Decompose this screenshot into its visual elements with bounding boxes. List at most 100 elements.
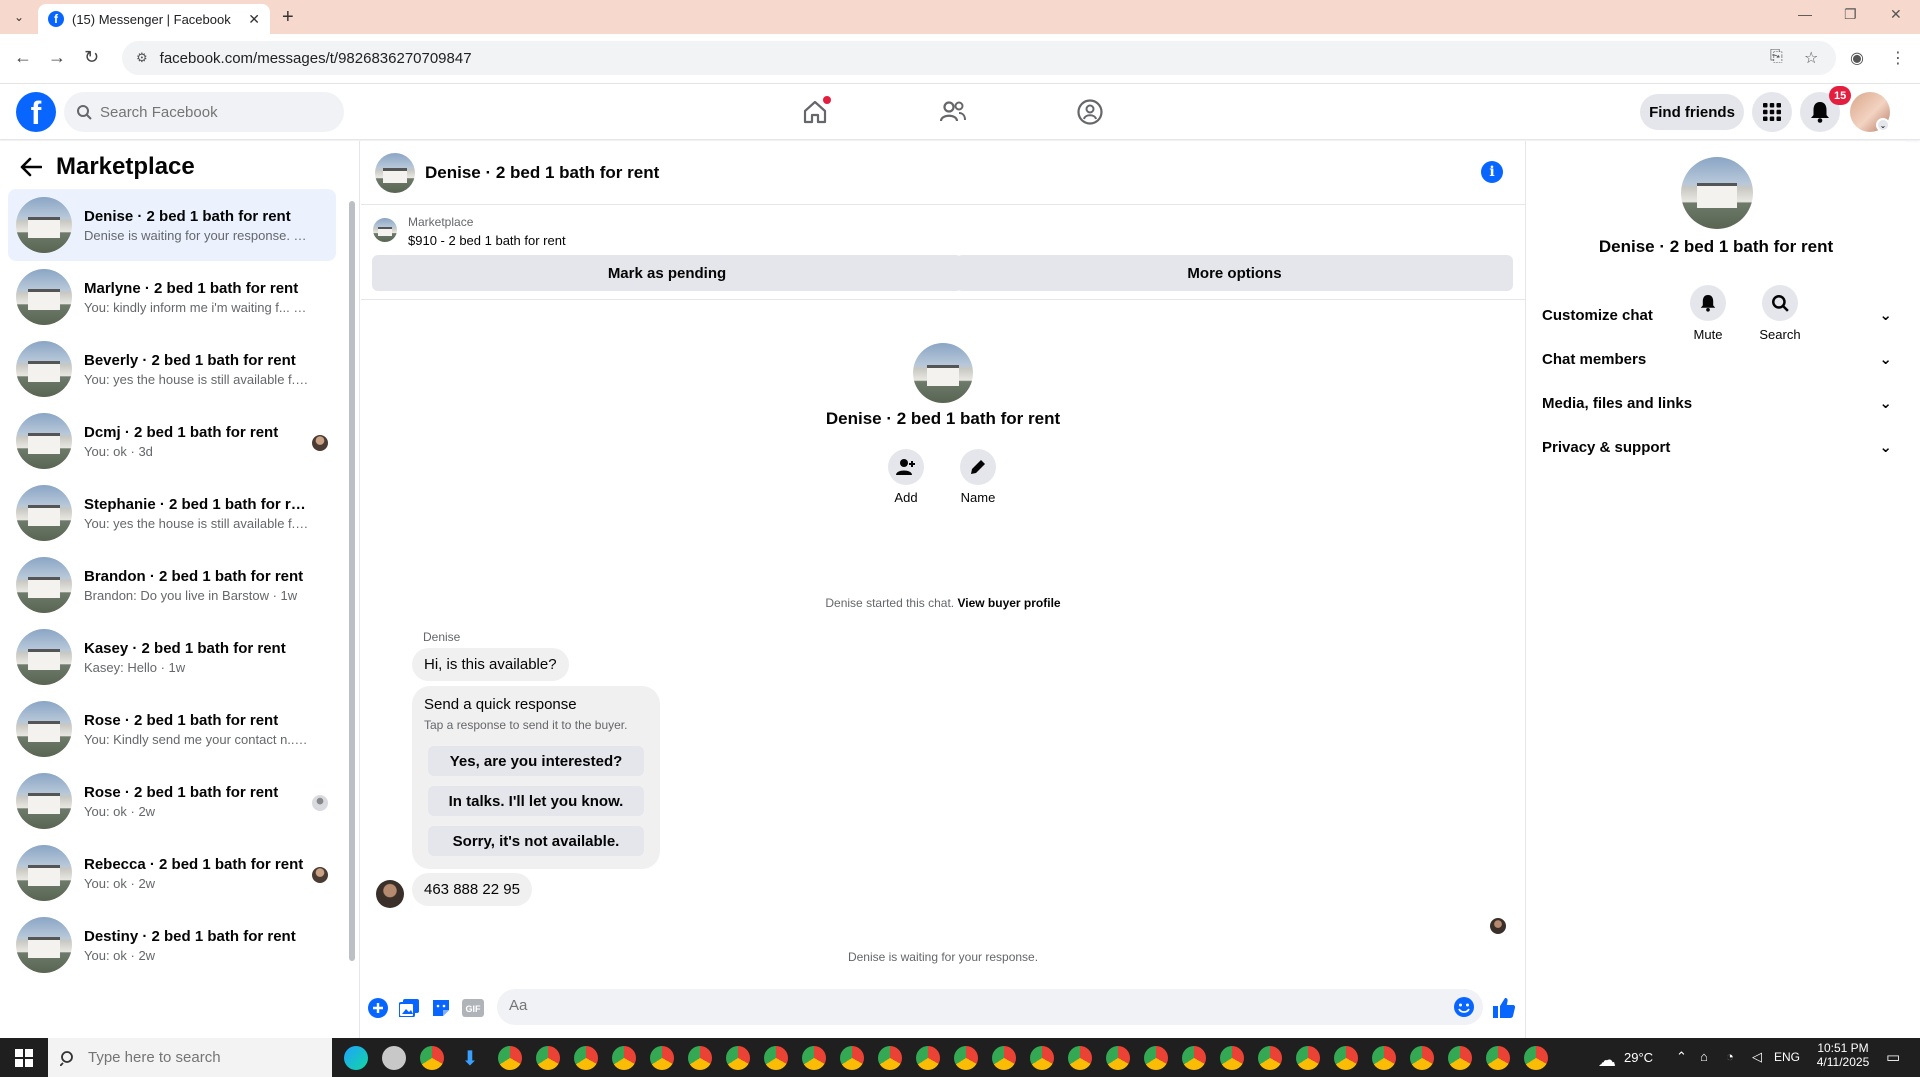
taskbar-search-input[interactable] (88, 1049, 248, 1066)
chrome-app-icon[interactable] (1486, 1046, 1510, 1070)
conversation-item[interactable]: Destiny · 2 bed 1 bath for rent You: ok ·… (8, 909, 336, 981)
site-info-icon[interactable]: ⚙ (136, 50, 148, 66)
message-input-container[interactable] (497, 989, 1483, 1025)
facebook-logo-icon[interactable]: f (16, 92, 56, 132)
reload-icon[interactable]: ↻ (84, 47, 99, 68)
chrome-app-icon[interactable] (1030, 1046, 1054, 1070)
media-files-links-section[interactable]: Media, files and links ⌄ (1542, 381, 1892, 425)
thumbs-up-icon[interactable] (1491, 995, 1517, 1021)
conversation-item[interactable]: Rose · 2 bed 1 bath for rent You: Kindly … (8, 693, 336, 765)
browser-tab[interactable]: f (15) Messenger | Facebook ✕ (38, 4, 270, 34)
gif-icon[interactable]: GIF (462, 997, 484, 1019)
photo-icon[interactable] (398, 997, 420, 1019)
conversation-item[interactable]: Rebecca · 2 bed 1 bath for rent You: ok ·… (8, 837, 336, 909)
back-arrow-icon[interactable] (20, 157, 42, 177)
conversation-item[interactable]: Brandon · 2 bed 1 bath for rent Brandon: … (8, 549, 336, 621)
network-icon[interactable]: ⌂ (1700, 1049, 1708, 1064)
conversation-item[interactable]: Stephanie · 2 bed 1 bath for rent You: ye… (8, 477, 336, 549)
groups-nav[interactable] (1072, 94, 1108, 130)
restore-icon[interactable]: ❐ (1844, 6, 1857, 23)
tab-close-icon[interactable]: ✕ (248, 11, 260, 28)
chrome-app-icon[interactable] (992, 1046, 1016, 1070)
chevron-up-icon[interactable]: ⌃ (1676, 1049, 1687, 1065)
chrome-app-icon[interactable] (1144, 1046, 1168, 1070)
close-window-icon[interactable]: ✕ (1890, 6, 1902, 23)
conversation-item[interactable]: Beverly · 2 bed 1 bath for rent You: yes … (8, 333, 336, 405)
chrome-app-icon[interactable] (1334, 1046, 1358, 1070)
info-icon[interactable]: i (1481, 161, 1503, 183)
chrome-app-icon[interactable] (840, 1046, 864, 1070)
back-icon[interactable]: ← (14, 47, 32, 68)
chrome-app-icon[interactable] (498, 1046, 522, 1070)
forward-icon[interactable]: → (48, 47, 66, 68)
chrome-app-icon[interactable] (954, 1046, 978, 1070)
menu-button[interactable] (1752, 92, 1792, 132)
name-action[interactable]: Name (948, 449, 1008, 505)
add-action[interactable]: Add (876, 449, 936, 505)
new-tab-icon[interactable]: + (282, 6, 294, 29)
conversation-item[interactable]: Dcmj · 2 bed 1 bath for rent You: ok · 3d (8, 405, 336, 477)
language-indicator[interactable]: ENG (1774, 1050, 1800, 1064)
customize-chat-section[interactable]: Customize chat ⌄ (1542, 293, 1892, 337)
minimize-icon[interactable]: — (1798, 6, 1812, 22)
chrome-app-icon[interactable] (574, 1046, 598, 1070)
chrome-app-icon[interactable] (420, 1046, 444, 1070)
volume-icon[interactable]: ◁ (1752, 1049, 1762, 1065)
chrome-app-icon[interactable] (1372, 1046, 1396, 1070)
conversation-item[interactable]: Rose · 2 bed 1 bath for rent You: ok · 2w (8, 765, 336, 837)
url-field[interactable]: ⚙ facebook.com/messages/t/98268362707098… (122, 41, 1836, 75)
chrome-app-icon[interactable] (688, 1046, 712, 1070)
chrome-app-icon[interactable] (1068, 1046, 1092, 1070)
sidebar-scrollbar-thumb[interactable] (349, 201, 355, 961)
chrome-app-icon[interactable] (650, 1046, 674, 1070)
pencil-icon[interactable] (960, 449, 996, 485)
plus-icon[interactable] (367, 997, 389, 1019)
download-icon[interactable]: ⬇ (458, 1046, 482, 1070)
find-friends-button[interactable]: Find friends (1640, 94, 1744, 130)
chrome-app-icon[interactable] (1448, 1046, 1472, 1070)
message-input[interactable] (509, 997, 1409, 1014)
conversation-item[interactable]: Marlyne · 2 bed 1 bath for rent You: kind… (8, 261, 336, 333)
chrome-app-icon[interactable] (726, 1046, 750, 1070)
conversation-item[interactable]: Denise · 2 bed 1 bath for rent Denise is … (8, 189, 336, 261)
add-person-icon[interactable] (888, 449, 924, 485)
taskbar-search[interactable] (48, 1038, 332, 1077)
message-bubble[interactable]: Hi, is this available? (412, 648, 569, 681)
chrome-app-icon[interactable] (536, 1046, 560, 1070)
wifi-icon[interactable]: ◔ (1726, 1049, 1734, 1064)
chrome-app-icon[interactable] (1296, 1046, 1320, 1070)
chrome-app-icon[interactable] (612, 1046, 636, 1070)
profile-icon[interactable]: ◉ (1850, 48, 1864, 68)
chat-members-section[interactable]: Chat members ⌄ (1542, 337, 1892, 381)
chrome-app-icon[interactable] (1258, 1046, 1282, 1070)
listing-price-title[interactable]: $910 - 2 bed 1 bath for rent (408, 233, 566, 248)
weather-icon[interactable]: ☁ (1598, 1050, 1616, 1071)
friends-nav[interactable] (935, 94, 971, 130)
facebook-search[interactable] (64, 92, 344, 132)
tab-search-icon[interactable]: ⌄ (8, 7, 30, 27)
chrome-app-icon[interactable] (1524, 1046, 1548, 1070)
notification-center-icon[interactable]: ▭ (1886, 1048, 1900, 1066)
view-buyer-profile-link[interactable]: View buyer profile (957, 596, 1060, 610)
browser-menu-icon[interactable]: ⋮ (1890, 48, 1906, 68)
install-app-icon[interactable]: ⎘ (1770, 48, 1783, 66)
chrome-app-icon[interactable] (1182, 1046, 1206, 1070)
quick-response-button[interactable]: In talks. I'll let you know. (428, 786, 644, 816)
conversation-item[interactable]: Kasey · 2 bed 1 bath for rent Kasey: Hell… (8, 621, 336, 693)
home-nav[interactable] (797, 94, 833, 130)
temperature[interactable]: 29°C (1624, 1050, 1653, 1065)
chat-title[interactable]: Denise · 2 bed 1 bath for rent (425, 163, 659, 183)
mark-as-pending-button[interactable]: Mark as pending (372, 255, 962, 291)
chrome-app-icon[interactable] (1410, 1046, 1434, 1070)
facebook-search-input[interactable] (100, 103, 320, 121)
chrome-app-icon[interactable] (916, 1046, 940, 1070)
more-options-button[interactable]: More options (956, 255, 1513, 291)
listing-thumbnail[interactable] (373, 218, 397, 242)
chrome-app-icon[interactable] (1106, 1046, 1130, 1070)
bookmark-star-icon[interactable]: ☆ (1804, 48, 1818, 68)
sidebar-scrollbar[interactable] (348, 191, 356, 971)
message-bubble[interactable]: 463 888 22 95 (412, 873, 532, 906)
privacy-support-section[interactable]: Privacy & support ⌄ (1542, 425, 1892, 469)
quick-response-button[interactable]: Sorry, it's not available. (428, 826, 644, 856)
chrome-app-icon[interactable] (1220, 1046, 1244, 1070)
